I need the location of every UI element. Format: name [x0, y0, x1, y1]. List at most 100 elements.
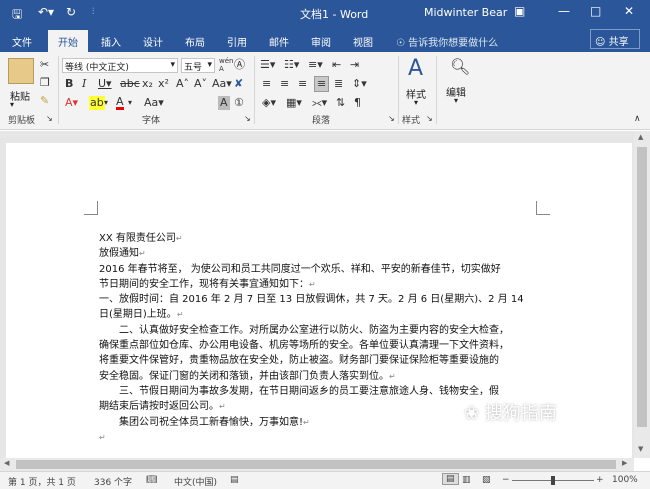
tab-file[interactable]: 文件 — [12, 34, 32, 49]
show-marks-icon[interactable]: ¶ — [354, 96, 361, 110]
minimize-icon[interactable]: — — [558, 4, 570, 18]
clipboard-launcher-icon[interactable]: ↘ — [46, 112, 53, 126]
character-shading-icon[interactable]: Aa▾ — [144, 96, 164, 110]
increase-indent-icon[interactable]: ⇥ — [350, 58, 359, 72]
watermark-logo: ❀ 搜狗指南 — [464, 403, 557, 424]
document-line: 日(星期日)上班。↵ — [99, 309, 184, 321]
web-layout-icon[interactable]: ▧ — [482, 475, 491, 485]
enclose-characters-icon[interactable]: ① — [234, 96, 244, 110]
clear-formatting-icon[interactable]: ✘ — [234, 77, 243, 91]
chevron-down-icon[interactable]: ▾ — [454, 96, 458, 105]
italic-icon[interactable]: I — [82, 77, 86, 91]
word-count[interactable]: 336 个字 — [94, 475, 132, 488]
styles-launcher-icon[interactable]: ↘ — [426, 112, 433, 126]
chinese-layout-icon[interactable]: ⪥▾ — [312, 96, 327, 110]
font-size-combo[interactable]: 五号 ▾ — [181, 58, 215, 73]
tab-design[interactable]: 设计 — [143, 34, 163, 49]
zoom-out-icon[interactable]: − — [502, 475, 510, 485]
maximize-icon[interactable]: □ — [590, 4, 601, 18]
tab-mailings[interactable]: 邮件 — [269, 34, 289, 49]
decrease-indent-icon[interactable]: ⇤ — [332, 58, 341, 72]
shrink-font-icon[interactable]: A˅ — [194, 77, 207, 91]
paragraph-mark-icon: ↵ — [139, 249, 146, 259]
horizontal-scrollbar[interactable]: ◀ ▶ — [0, 458, 634, 471]
macro-record-icon[interactable]: ▤ — [230, 475, 239, 485]
strikethrough-icon[interactable]: abc — [120, 77, 140, 91]
document-line: 放假通知↵ — [99, 248, 146, 260]
ribbon-display-options-icon[interactable]: ▣ — [514, 4, 525, 18]
scroll-right-icon[interactable]: ▶ — [622, 459, 627, 467]
tab-home[interactable]: 开始 — [48, 30, 88, 52]
zoom-level[interactable]: 100% — [612, 475, 638, 485]
character-border-icon[interactable]: Ⓐ — [234, 58, 245, 72]
tab-review[interactable]: 审阅 — [311, 34, 331, 49]
customize-quick-access-icon[interactable]: ⫶ — [92, 7, 94, 17]
multilevel-list-icon[interactable]: ≡▾ — [308, 58, 323, 72]
line-spacing-icon[interactable]: ⇕▾ — [352, 77, 367, 91]
scroll-down-icon[interactable]: ▼ — [638, 445, 643, 453]
font-launcher-icon[interactable]: ↘ — [244, 112, 251, 126]
close-icon[interactable]: ✕ — [624, 4, 634, 18]
search-icon[interactable]: 🔍︎ — [450, 59, 470, 75]
change-case-icon[interactable]: Aa▾ — [212, 77, 232, 91]
scroll-up-icon[interactable]: ▲ — [638, 133, 643, 141]
tab-insert[interactable]: 插入 — [101, 34, 121, 49]
page-count[interactable]: 第 1 页，共 1 页 — [8, 475, 76, 488]
align-center-icon[interactable]: ≡ — [280, 77, 289, 91]
document-line: 确保重点部位如仓库、办公用电设备、机房等场所的安全。各单位要认真清理一下文件资料… — [99, 340, 509, 352]
zoom-in-icon[interactable]: + — [596, 475, 604, 485]
superscript-icon[interactable]: x² — [158, 77, 169, 91]
document-line: 三、节假日期间为事故多发期，在节日期间返乡的员工要注意旅途人身、钱物安全，假 — [99, 385, 499, 397]
distributed-icon[interactable]: ≣ — [334, 77, 343, 91]
underline-icon[interactable]: U▾ — [98, 77, 112, 91]
styles-icon[interactable]: A — [408, 56, 423, 82]
vertical-scroll-thumb[interactable] — [637, 147, 647, 427]
read-mode-icon[interactable]: ▥ — [462, 475, 471, 485]
highlight-dropdown-icon[interactable]: ▾ — [104, 96, 108, 110]
proofing-icon[interactable]: 📖︎ — [146, 475, 157, 485]
numbering-icon[interactable]: ☷▾ — [284, 58, 299, 72]
horizontal-scroll-thumb[interactable] — [16, 460, 616, 469]
font-color-dropdown-icon[interactable]: ▾ — [128, 96, 132, 110]
person-icon: ☺ — [595, 37, 606, 48]
character-shading-icon[interactable]: A — [218, 96, 230, 110]
align-left-icon[interactable]: ≡ — [262, 77, 271, 91]
chevron-down-icon[interactable]: ▾ — [414, 98, 418, 107]
user-name[interactable]: Midwinter Bear — [424, 6, 507, 19]
title-bar: 🖫 ↶▾ ↻ ⫶ 文档1 - Word Midwinter Bear ▣ — □… — [0, 0, 650, 26]
format-painter-icon[interactable]: ✎ — [40, 94, 49, 108]
highlight-icon[interactable]: ab — [89, 96, 105, 110]
bullets-icon[interactable]: ☰▾ — [260, 58, 275, 72]
sort-icon[interactable]: ⇅ — [336, 96, 345, 110]
tab-layout[interactable]: 布局 — [185, 34, 205, 49]
font-color-icon[interactable]: A — [116, 96, 124, 110]
bold-icon[interactable]: B — [65, 77, 73, 91]
vertical-scrollbar[interactable]: ▲ ▼ — [634, 131, 650, 458]
paste-dropdown-icon[interactable]: ▾ — [10, 100, 14, 109]
shading-icon[interactable]: ◈▾ — [262, 96, 276, 110]
text-effects-icon[interactable]: A▾ — [65, 96, 78, 110]
borders-icon[interactable]: ▦▾ — [286, 96, 302, 110]
tab-references[interactable]: 引用 — [227, 34, 247, 49]
cut-icon[interactable]: ✂ — [40, 58, 49, 72]
align-right-icon[interactable]: ≡ — [298, 77, 307, 91]
redo-icon[interactable]: ↻ — [66, 5, 76, 19]
undo-icon[interactable]: ↶▾ — [38, 5, 54, 19]
collapse-ribbon-icon[interactable]: ∧ — [634, 112, 641, 126]
grow-font-icon[interactable]: A˄ — [176, 77, 189, 91]
paragraph-launcher-icon[interactable]: ↘ — [388, 112, 395, 126]
save-icon[interactable]: 🖫 — [12, 5, 22, 26]
share-button[interactable]: ☺ 共享 — [590, 29, 640, 49]
language-status[interactable]: 中文(中国) — [174, 475, 217, 488]
print-layout-icon[interactable]: ▤ — [442, 473, 459, 485]
phonetic-guide-icon[interactable]: wén A — [219, 57, 233, 73]
paw-icon: ❀ — [464, 403, 480, 424]
font-name-combo[interactable]: 等线 (中文正文) ▾ — [62, 58, 178, 73]
justify-icon[interactable]: ≡ — [314, 76, 330, 92]
copy-icon[interactable]: ❐ — [40, 76, 50, 90]
scroll-left-icon[interactable]: ◀ — [4, 459, 9, 467]
tab-view[interactable]: 视图 — [353, 34, 373, 49]
zoom-slider-thumb[interactable] — [551, 476, 555, 485]
subscript-icon[interactable]: x₂ — [142, 77, 153, 91]
tell-me-search[interactable]: ☉ 告诉我你想要做什么 — [396, 34, 498, 49]
